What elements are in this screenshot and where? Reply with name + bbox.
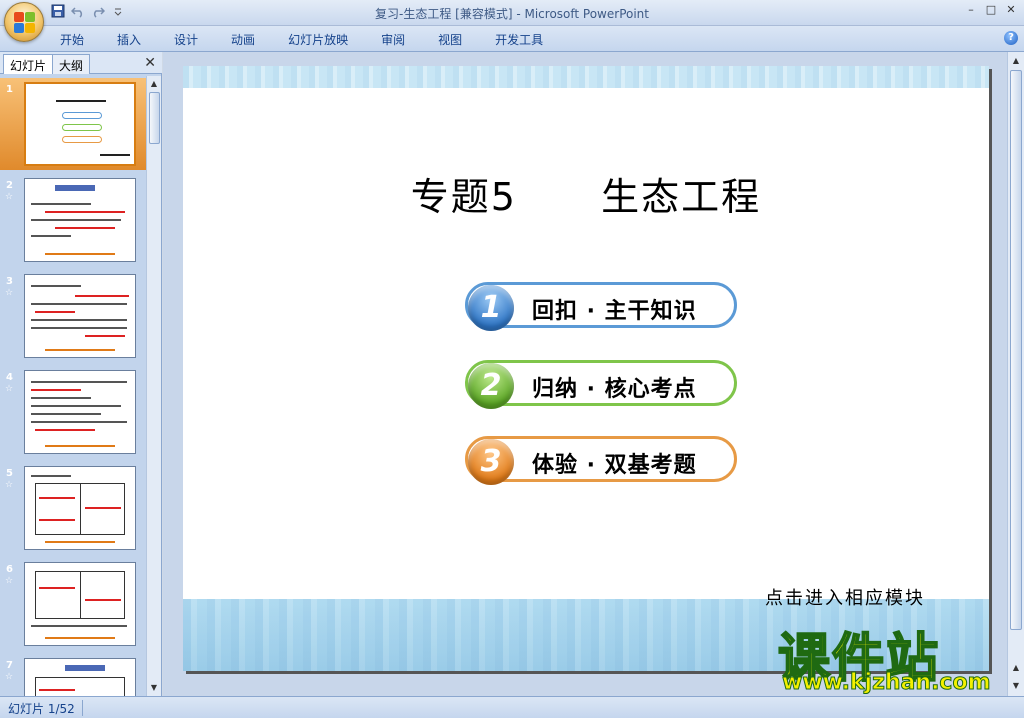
slide-thumbnail-6[interactable]: 6 ☆	[0, 558, 146, 650]
scroll-up-icon[interactable]: ▲	[149, 79, 159, 89]
module-label-3: 体验 · 双基考题	[532, 453, 697, 478]
thumbnail-preview	[24, 274, 136, 358]
editor-scrollbar[interactable]: ▲ ▲ ▼	[1007, 52, 1024, 696]
module-button-3[interactable]: 3 体验 · 双基考题	[465, 436, 737, 485]
tab-outline[interactable]: 大纲	[52, 54, 91, 74]
thumbnail-preview	[24, 370, 136, 454]
animation-star-icon: ☆	[5, 576, 14, 586]
slide-thumbnail-1[interactable]: 1	[0, 78, 146, 170]
slide-thumbnail-2[interactable]: 2 ☆	[0, 174, 146, 266]
animation-star-icon: ☆	[5, 192, 14, 202]
slide-title-topic: 专题5	[410, 175, 517, 219]
window-title: 复习-生态工程 [兼容模式] - Microsoft PowerPoint	[375, 7, 649, 21]
slide-number: 5	[6, 468, 13, 479]
thumbnail-preview	[24, 562, 136, 646]
module-button-1[interactable]: 1 回扣 · 主干知识	[465, 282, 737, 331]
thumbnail-scrollbar[interactable]: ▲ ▼	[146, 76, 161, 696]
next-slide-icon[interactable]: ▼	[1011, 681, 1021, 690]
tab-slides[interactable]: 幻灯片	[3, 54, 54, 74]
module-number-3: 3	[468, 439, 514, 485]
pane-tabs: 幻灯片 大纲 ✕	[0, 52, 162, 74]
slide-top-decoration	[183, 66, 989, 88]
restore-button[interactable]: □	[982, 2, 1000, 18]
scroll-thumb[interactable]	[1010, 70, 1022, 630]
tab-design[interactable]: 设计	[174, 31, 198, 48]
close-pane-icon[interactable]: ✕	[144, 55, 156, 71]
thumbnail-preview	[24, 658, 136, 696]
slide-canvas[interactable]: 专题5 生态工程 1 回扣 · 主干知识 2 归纳 · 核心考点 3 体验 · …	[183, 66, 989, 671]
module-label-1: 回扣 · 主干知识	[532, 299, 697, 324]
slide-number: 4	[6, 372, 13, 383]
slide-thumbnail-3[interactable]: 3 ☆	[0, 270, 146, 362]
animation-star-icon: ☆	[5, 672, 14, 682]
animation-star-icon: ☆	[5, 384, 14, 394]
thumbnail-preview	[24, 466, 136, 550]
tab-review[interactable]: 审阅	[381, 31, 405, 48]
minimize-button[interactable]: –	[962, 2, 980, 18]
animation-star-icon: ☆	[5, 480, 14, 490]
module-button-2[interactable]: 2 归纳 · 核心考点	[465, 360, 737, 409]
slide-number: 6	[6, 564, 13, 575]
thumbnail-preview	[24, 82, 136, 166]
slide-number: 2	[6, 180, 13, 191]
office-button[interactable]	[4, 2, 44, 42]
ribbon-tab-bar: 开始 插入 设计 动画 幻灯片放映 审阅 视图 开发工具 ?	[0, 26, 1024, 52]
office-logo-icon	[14, 12, 36, 34]
slides-pane: 幻灯片 大纲 ✕ 1 2 ☆ 3 ☆ 4 ☆ 5 ☆ 6 ☆ 7 ☆ ▲ ▼	[0, 52, 162, 696]
slide-counter: 幻灯片 1/52	[8, 702, 75, 716]
slide-hint: 点击进入相应模块	[765, 588, 925, 609]
scroll-down-icon[interactable]: ▼	[149, 683, 159, 693]
slide-editor: 专题5 生态工程 1 回扣 · 主干知识 2 归纳 · 核心考点 3 体验 · …	[163, 52, 1024, 696]
close-button[interactable]: ✕	[1002, 2, 1020, 18]
scroll-thumb[interactable]	[149, 92, 160, 144]
slide-number: 1	[6, 84, 13, 95]
status-divider	[82, 700, 83, 716]
slide-title-subject: 生态工程	[601, 175, 762, 219]
title-bar: 复习-生态工程 [兼容模式] - Microsoft PowerPoint – …	[0, 0, 1024, 42]
slide-thumbnail-4[interactable]: 4 ☆	[0, 366, 146, 458]
module-label-2: 归纳 · 核心考点	[532, 377, 697, 402]
tab-animations[interactable]: 动画	[231, 31, 255, 48]
ribbon-tabs: 开始 插入 设计 动画 幻灯片放映 审阅 视图 开发工具	[60, 31, 576, 48]
tab-home[interactable]: 开始	[60, 31, 84, 48]
prev-slide-icon[interactable]: ▲	[1011, 663, 1021, 672]
module-number-1: 1	[468, 285, 514, 331]
tab-slideshow[interactable]: 幻灯片放映	[288, 31, 348, 48]
status-bar: 幻灯片 1/52	[0, 696, 1024, 718]
module-number-2: 2	[468, 363, 514, 409]
scroll-up-icon[interactable]: ▲	[1011, 56, 1021, 65]
slide-title: 专题5 生态工程	[183, 166, 989, 221]
slide-number: 3	[6, 276, 13, 287]
window-controls: – □ ✕	[962, 2, 1020, 18]
animation-star-icon: ☆	[5, 288, 14, 298]
slide-thumbnail-5[interactable]: 5 ☆	[0, 462, 146, 554]
thumbnail-preview	[24, 178, 136, 262]
help-icon[interactable]: ?	[1004, 31, 1018, 45]
slide-number: 7	[6, 660, 13, 671]
tab-developer[interactable]: 开发工具	[495, 31, 543, 48]
watermark-url: www.kjzhan.com	[782, 670, 992, 696]
tab-view[interactable]: 视图	[438, 31, 462, 48]
slide-thumbnail-7[interactable]: 7 ☆	[0, 654, 146, 696]
thumbnail-list: 1 2 ☆ 3 ☆ 4 ☆ 5 ☆ 6 ☆ 7 ☆	[0, 76, 146, 696]
tab-insert[interactable]: 插入	[117, 31, 141, 48]
